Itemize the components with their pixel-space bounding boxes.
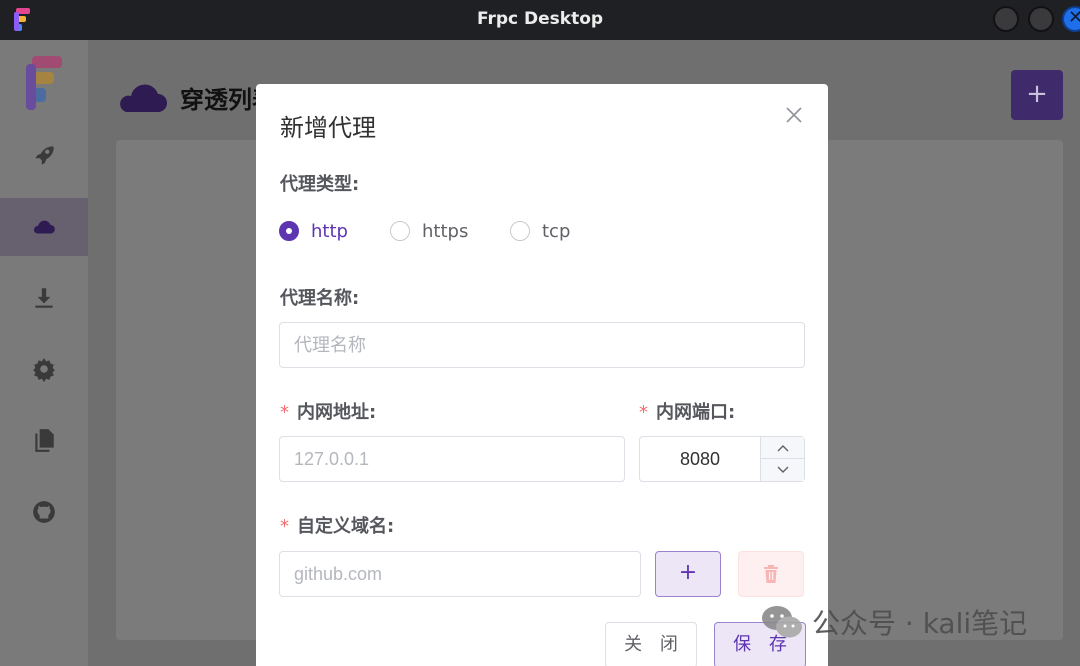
sidebar-item-settings[interactable]: [0, 340, 88, 398]
cloud-icon: [33, 220, 55, 234]
radio-https[interactable]: https: [390, 220, 468, 242]
close-icon: ✕: [1068, 7, 1080, 28]
document-icon: [35, 429, 54, 452]
stepper-arrows: [760, 437, 805, 481]
sidebar-item-github[interactable]: [0, 483, 88, 541]
increment-button[interactable]: [761, 437, 805, 459]
download-icon: [35, 288, 53, 308]
local-port-value[interactable]: 8080: [640, 437, 760, 481]
radio-tcp[interactable]: tcp: [510, 220, 570, 242]
dialog-title: 新增代理: [280, 114, 376, 142]
maximize-button[interactable]: [1028, 6, 1054, 32]
radio-http[interactable]: http: [279, 220, 348, 242]
watermark: 公众号 · kali笔记: [760, 602, 1027, 642]
proxy-name-input[interactable]: [279, 322, 805, 368]
wechat-icon: [762, 606, 802, 638]
trash-icon: [764, 565, 778, 583]
cancel-button[interactable]: 关 闭: [605, 622, 697, 666]
radio-dot: [279, 221, 299, 241]
local-port-label: * 内网端口:: [639, 402, 736, 423]
sidebar-item-download[interactable]: [0, 269, 88, 327]
minimize-button[interactable]: [993, 6, 1019, 32]
sidebar-item-cloud[interactable]: [0, 198, 88, 256]
custom-domain-input[interactable]: [279, 551, 641, 597]
add-domain-button[interactable]: +: [655, 551, 721, 597]
proxy-name-label: 代理名称:: [280, 288, 360, 309]
decrement-button[interactable]: [761, 459, 805, 481]
sidebar-logo-icon: [26, 56, 62, 110]
gear-icon: [33, 358, 55, 382]
title-bar: Frpc Desktop ✕: [0, 0, 1080, 40]
proxy-type-label: 代理类型:: [280, 174, 360, 195]
sidebar-item-logs[interactable]: [0, 411, 88, 469]
chevron-up-icon: [777, 444, 789, 451]
radio-dot: [390, 221, 410, 241]
delete-domain-button[interactable]: [738, 551, 804, 597]
add-proxy-dialog: 新增代理 代理类型: http https tcp 代理名称: *内网地址: *…: [256, 84, 828, 666]
window-title: Frpc Desktop: [476, 9, 604, 29]
add-proxy-button[interactable]: +: [1011, 70, 1063, 120]
local-address-label: * 内网地址:: [280, 402, 377, 423]
custom-domain-label: * 自定义域名:: [280, 516, 395, 537]
radio-dot: [510, 221, 530, 241]
local-address-input[interactable]: [279, 436, 625, 482]
rocket-icon: [35, 146, 54, 165]
chevron-down-icon: [777, 466, 789, 473]
local-port-stepper[interactable]: 8080: [639, 436, 805, 482]
github-icon: [33, 501, 55, 523]
watermark-text: 公众号 · kali笔记: [812, 607, 1028, 640]
close-icon[interactable]: [783, 104, 805, 126]
sidebar: [0, 40, 88, 666]
cloud-icon: [120, 84, 167, 112]
sidebar-item-rocket[interactable]: [0, 126, 88, 184]
